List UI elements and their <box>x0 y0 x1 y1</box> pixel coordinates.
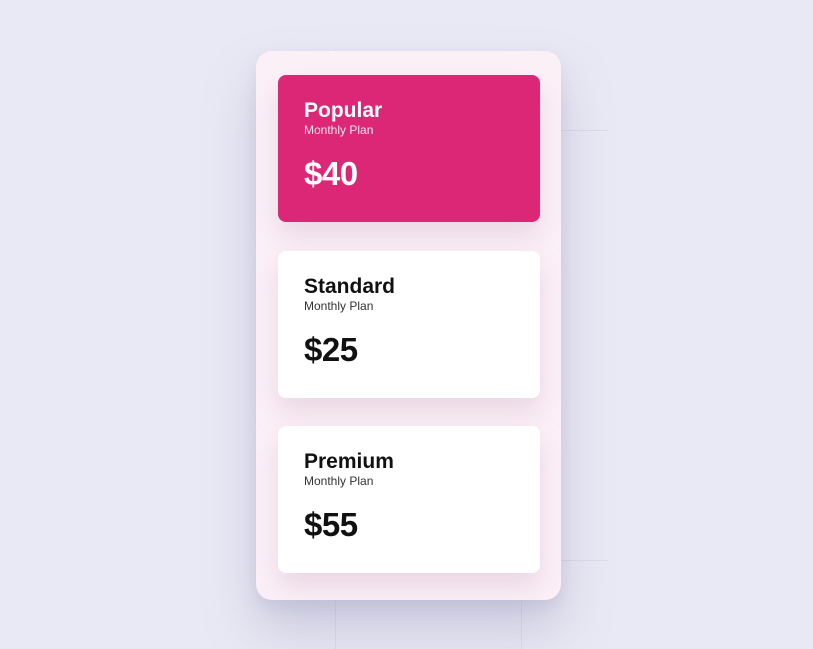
plan-period: Monthly Plan <box>304 123 374 137</box>
plan-name: Premium <box>304 450 394 473</box>
plan-price: $55 <box>304 506 358 543</box>
pricing-panel: Popular Monthly Plan $40 Standard Monthl… <box>256 51 561 600</box>
plan-name: Popular <box>304 99 383 122</box>
plan-name: Standard <box>304 275 396 298</box>
plan-card-premium[interactable]: Premium Monthly Plan $55 <box>278 426 540 573</box>
plan-period: Monthly Plan <box>304 299 374 313</box>
background-gridline <box>521 598 522 649</box>
plan-price: $40 <box>304 155 358 192</box>
plan-period: Monthly Plan <box>304 474 374 488</box>
plan-card-popular[interactable]: Popular Monthly Plan $40 <box>278 75 540 222</box>
plan-card-standard[interactable]: Standard Monthly Plan $25 <box>278 251 540 398</box>
background-gridline <box>560 130 608 131</box>
plan-price: $25 <box>304 331 358 368</box>
background-gridline <box>335 598 336 649</box>
